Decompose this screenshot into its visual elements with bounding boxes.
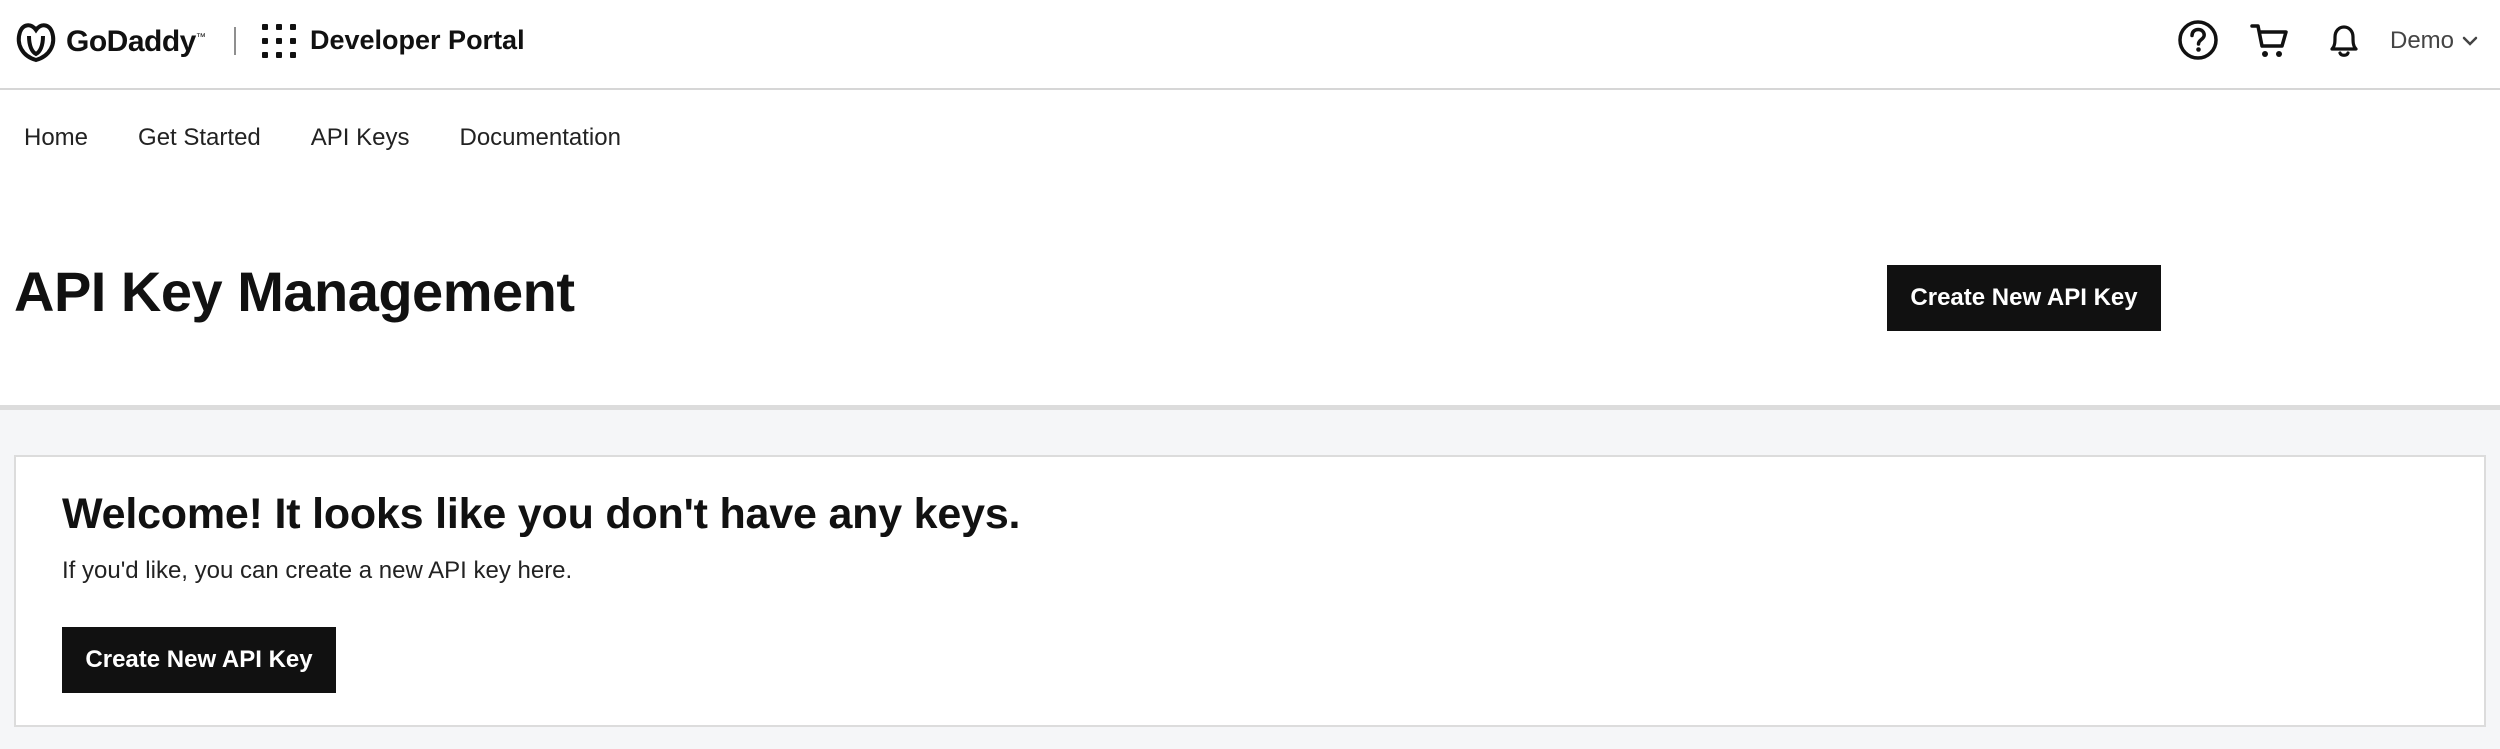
page-title: API Key Management	[14, 260, 575, 323]
godaddy-logo-icon	[16, 23, 56, 63]
account-label: Demo	[2390, 27, 2455, 54]
logo-wordmark: GoDaddy™	[66, 25, 206, 58]
trademark-mark: ™	[195, 32, 206, 43]
nav-api-keys[interactable]: API Keys	[311, 122, 410, 154]
help-icon[interactable]	[2176, 18, 2220, 62]
create-api-key-button[interactable]: Create New API Key	[1887, 265, 2161, 331]
nav-get-started[interactable]: Get Started	[138, 122, 261, 154]
header-separator	[234, 27, 236, 55]
top-header: GoDaddy™ Developer Portal Demo	[0, 0, 2500, 90]
nav-documentation[interactable]: Documentation	[459, 122, 620, 154]
account-menu[interactable]: Demo	[2390, 24, 2478, 58]
cart-icon[interactable]	[2248, 18, 2292, 62]
empty-state-create-button[interactable]: Create New API Key	[62, 627, 336, 693]
bell-icon[interactable]	[2322, 18, 2366, 62]
empty-state-text: If you'd like, you can create a new API …	[62, 557, 573, 584]
portal-title[interactable]: Developer Portal	[310, 22, 525, 58]
nav-home[interactable]: Home	[24, 122, 88, 154]
godaddy-logo[interactable]: GoDaddy™	[12, 20, 206, 64]
empty-state-title: Welcome! It looks like you don't have an…	[62, 490, 1021, 538]
main-nav: Home Get Started API Keys Documentation	[0, 92, 2500, 184]
empty-state-card: Welcome! It looks like you don't have an…	[14, 455, 2486, 727]
chevron-down-icon	[2462, 36, 2478, 46]
apps-grid-icon[interactable]	[262, 24, 296, 58]
